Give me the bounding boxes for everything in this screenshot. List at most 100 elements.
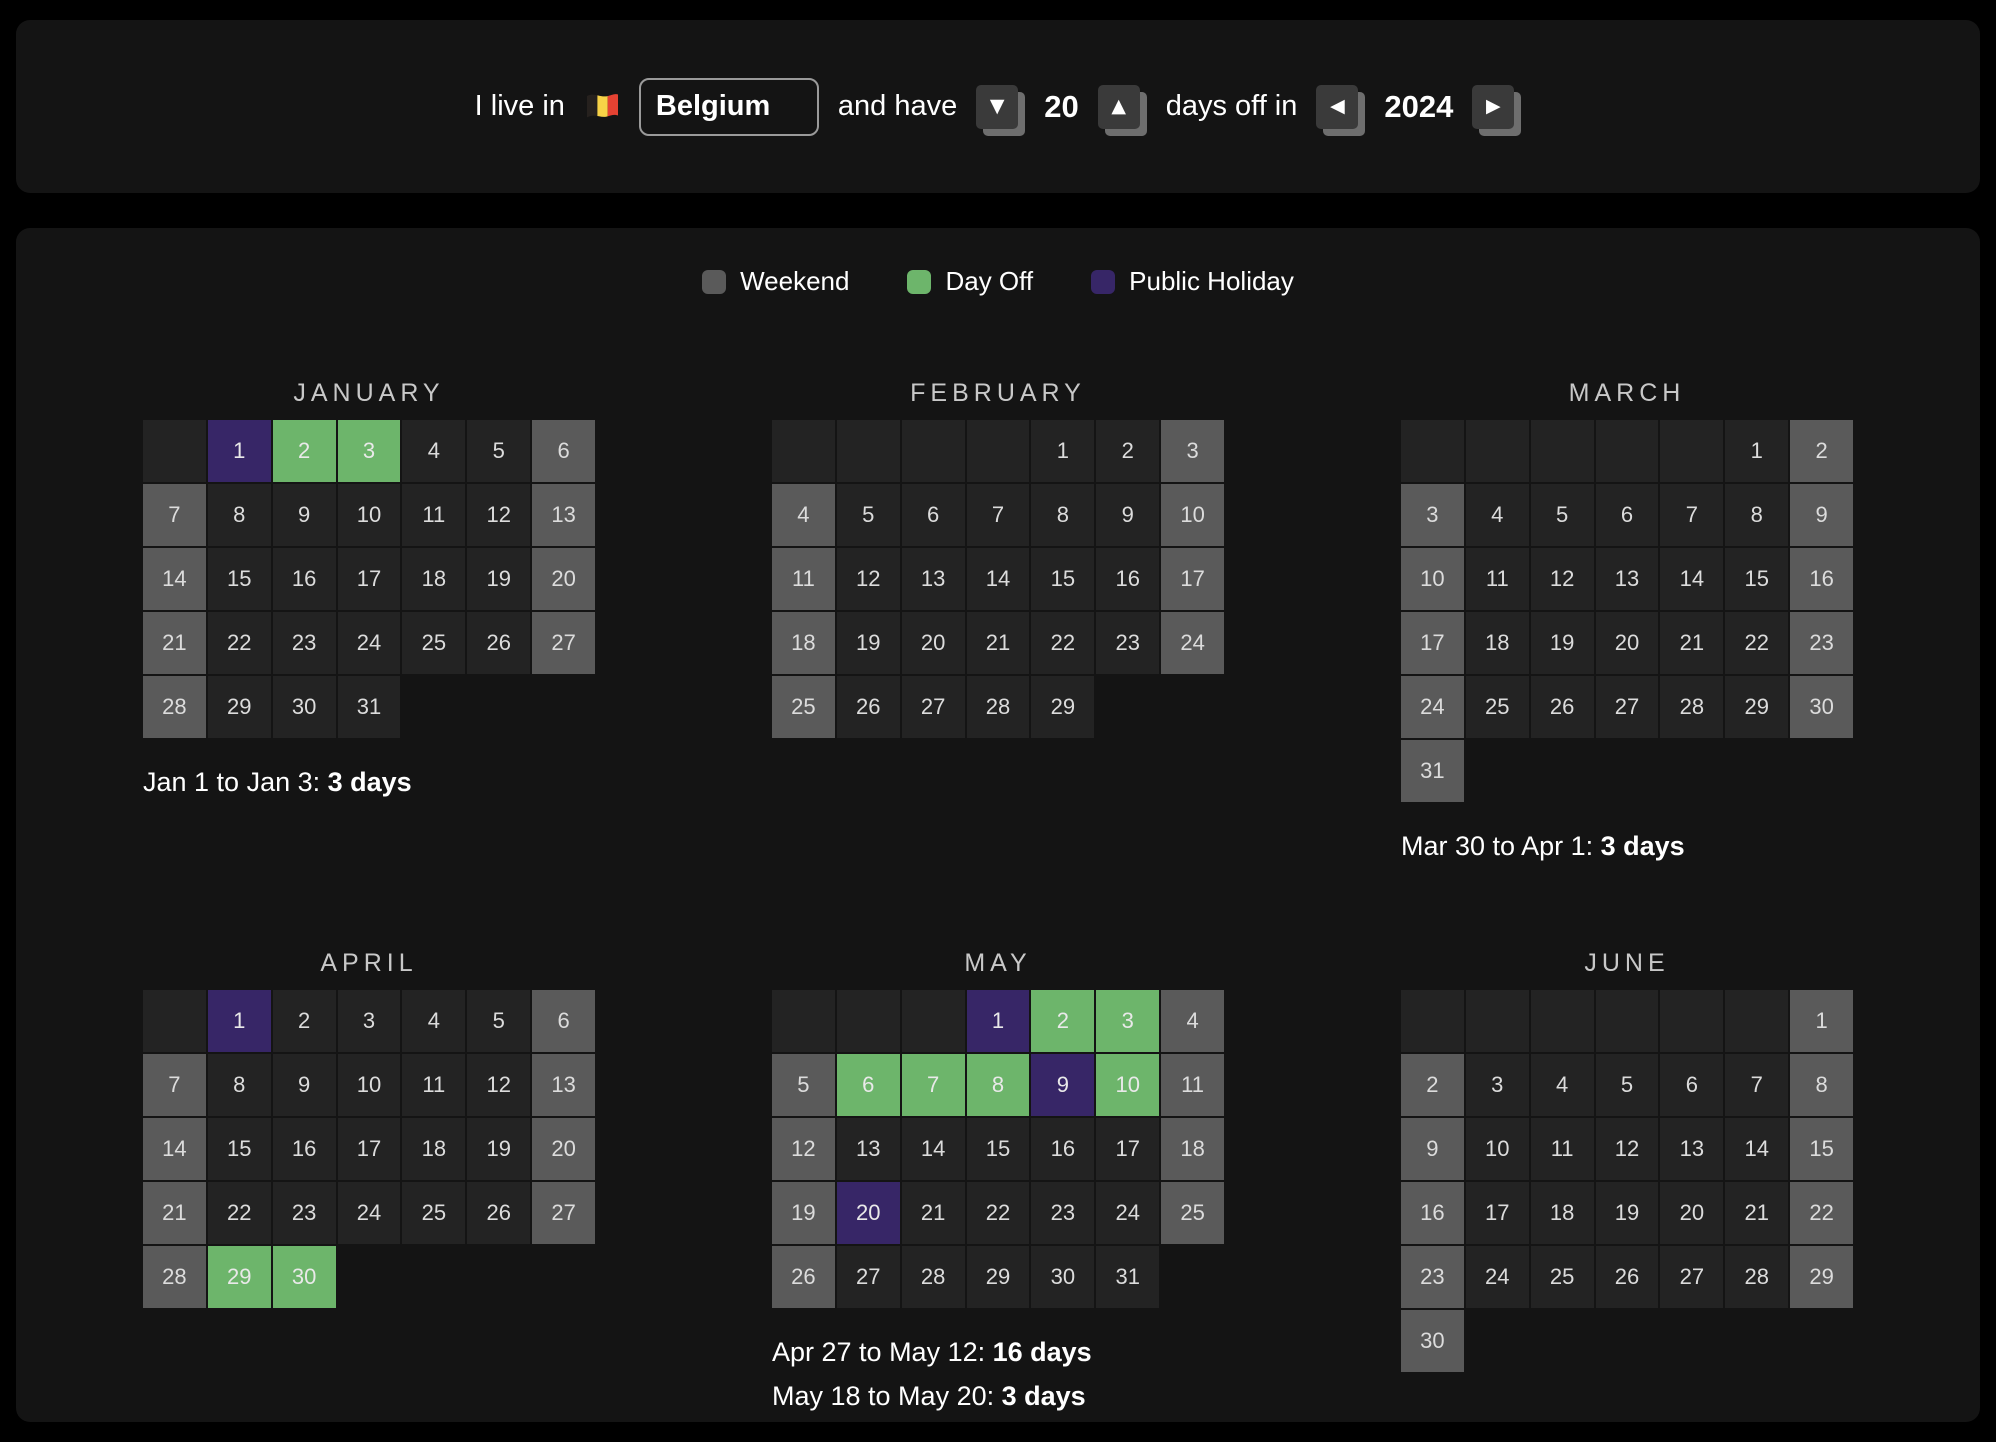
day-cell: 9 <box>273 1054 336 1116</box>
legend-swatch-icon <box>702 270 726 294</box>
day-cell: 11 <box>1531 1118 1594 1180</box>
day-cell: 13 <box>902 548 965 610</box>
year-next-button[interactable]: ▶ <box>1472 85 1514 129</box>
day-cell: 14 <box>902 1118 965 1180</box>
month-grid: 1234567891011121314151617181920212223242… <box>143 420 595 738</box>
day-cell: 17 <box>338 548 401 610</box>
day-cell: 20 <box>1660 1182 1723 1244</box>
day-cell: 13 <box>1660 1118 1723 1180</box>
vacation-captions: Jan 1 to Jan 3: 3 days <box>143 760 595 804</box>
day-cell: 10 <box>1161 484 1224 546</box>
empty-cell <box>1596 420 1659 482</box>
day-cell: 20 <box>532 1118 595 1180</box>
legend-item: Public Holiday <box>1091 266 1294 297</box>
day-cell: 22 <box>967 1182 1030 1244</box>
day-cell: 19 <box>467 548 530 610</box>
day-cell: 28 <box>143 676 206 738</box>
day-cell: 4 <box>402 420 465 482</box>
month-grid: 1234567891011121314151617181920212223242… <box>143 990 595 1308</box>
month-grid: 1234567891011121314151617181920212223242… <box>1401 990 1853 1372</box>
day-cell: 13 <box>837 1118 900 1180</box>
month-calendar: FEBRUARY12345678910111213141516171819202… <box>772 379 1224 868</box>
month-title: MARCH <box>1401 379 1853 408</box>
empty-cell <box>772 420 835 482</box>
day-cell: 29 <box>1790 1246 1853 1308</box>
vacation-days-count: 3 days <box>1601 831 1685 861</box>
day-cell: 18 <box>1161 1118 1224 1180</box>
day-cell: 9 <box>1096 484 1159 546</box>
vacation-range-text: Mar 30 to Apr 1: <box>1401 831 1601 861</box>
vacation-range-label: May 18 to May 20: 3 days <box>772 1374 1224 1418</box>
day-cell: 15 <box>1725 548 1788 610</box>
day-cell: 25 <box>1161 1182 1224 1244</box>
vacation-range-text: Jan 1 to Jan 3: <box>143 767 328 797</box>
day-cell: 7 <box>1725 1054 1788 1116</box>
day-cell: 30 <box>1401 1310 1464 1372</box>
day-cell: 2 <box>1790 420 1853 482</box>
day-cell: 19 <box>1596 1182 1659 1244</box>
day-cell: 17 <box>1161 548 1224 610</box>
day-cell: 26 <box>772 1246 835 1308</box>
day-cell: 1 <box>967 990 1030 1052</box>
day-cell: 3 <box>338 990 401 1052</box>
empty-cell <box>143 420 206 482</box>
day-cell: 12 <box>837 548 900 610</box>
days-decrement-button[interactable]: ▼ <box>976 85 1018 129</box>
day-cell: 21 <box>902 1182 965 1244</box>
day-cell: 24 <box>1096 1182 1159 1244</box>
day-cell: 15 <box>208 1118 271 1180</box>
day-cell: 6 <box>532 990 595 1052</box>
day-cell: 1 <box>208 990 271 1052</box>
day-cell: 8 <box>208 1054 271 1116</box>
day-cell: 26 <box>467 1182 530 1244</box>
day-cell: 11 <box>402 1054 465 1116</box>
day-cell: 7 <box>902 1054 965 1116</box>
day-cell: 6 <box>1660 1054 1723 1116</box>
empty-cell <box>902 990 965 1052</box>
day-cell: 5 <box>467 990 530 1052</box>
days-increment-button[interactable]: ▲ <box>1098 85 1140 129</box>
legend-swatch-icon <box>1091 270 1115 294</box>
month-grid: 1234567891011121314151617181920212223242… <box>772 990 1224 1308</box>
days-off-value: 20 <box>1044 89 1078 125</box>
day-cell: 25 <box>1531 1246 1594 1308</box>
triangle-right-icon: ▶ <box>1486 97 1501 116</box>
day-cell: 8 <box>1790 1054 1853 1116</box>
year-prev-button[interactable]: ◀ <box>1316 85 1358 129</box>
vacation-captions: Apr 27 to May 12: 16 days May 18 to May 2… <box>772 1330 1224 1418</box>
day-cell: 11 <box>772 548 835 610</box>
day-cell: 24 <box>338 1182 401 1244</box>
empty-cell <box>1466 420 1529 482</box>
day-cell: 23 <box>1401 1246 1464 1308</box>
day-cell: 26 <box>1531 676 1594 738</box>
vacation-days-count: 16 days <box>993 1337 1092 1367</box>
day-cell: 19 <box>772 1182 835 1244</box>
day-cell: 18 <box>402 1118 465 1180</box>
day-cell: 31 <box>1401 740 1464 802</box>
day-cell: 10 <box>1401 548 1464 610</box>
day-cell: 21 <box>1725 1182 1788 1244</box>
day-cell: 8 <box>967 1054 1030 1116</box>
day-cell: 11 <box>402 484 465 546</box>
day-cell: 3 <box>1096 990 1159 1052</box>
month-grid: 1234567891011121314151617181920212223242… <box>1401 420 1853 802</box>
day-cell: 25 <box>402 612 465 674</box>
day-cell: 4 <box>1161 990 1224 1052</box>
day-cell: 21 <box>1660 612 1723 674</box>
vacation-days-count: 3 days <box>1002 1381 1086 1411</box>
day-cell: 22 <box>208 1182 271 1244</box>
day-cell: 1 <box>208 420 271 482</box>
empty-cell <box>1596 990 1659 1052</box>
month-title: FEBRUARY <box>772 379 1224 408</box>
day-cell: 25 <box>402 1182 465 1244</box>
day-cell: 3 <box>1401 484 1464 546</box>
vacation-days-count: 3 days <box>328 767 412 797</box>
vacation-range-text: Apr 27 to May 12: <box>772 1337 993 1367</box>
day-cell: 20 <box>837 1182 900 1244</box>
vacation-range-label: Jan 1 to Jan 3: 3 days <box>143 760 595 804</box>
country-input[interactable] <box>639 78 819 136</box>
day-cell: 28 <box>902 1246 965 1308</box>
day-cell: 12 <box>1531 548 1594 610</box>
month-title: MAY <box>772 949 1224 978</box>
legend-label: Weekend <box>740 266 849 297</box>
